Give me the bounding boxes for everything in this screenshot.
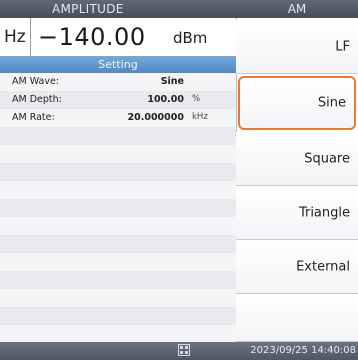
amplitude-unit: dBm (173, 29, 208, 47)
setting-unit: % (192, 94, 201, 104)
frequency-unit-label: Hz (0, 18, 31, 56)
setting-row-empty (0, 199, 236, 217)
setting-row-empty (0, 145, 236, 163)
softkey-external[interactable]: External (236, 240, 358, 294)
softkey-triangle[interactable]: Triangle (236, 186, 358, 240)
softkey-menu-title: AM (236, 0, 358, 18)
status-datetime: 2023/09/25 14:40:08 (250, 345, 356, 356)
softkey-label: LF (335, 39, 350, 54)
setting-value: 20.000000 (127, 112, 185, 123)
setting-row-empty (0, 289, 236, 307)
setting-row-empty (0, 271, 236, 289)
setting-row-empty (0, 127, 236, 145)
amplitude-display[interactable]: Hz −140.00 dBm (0, 18, 236, 57)
softkey-sine[interactable]: Sine (238, 76, 356, 130)
setting-row-empty (0, 217, 236, 235)
setting-row-empty (0, 307, 236, 325)
setting-row-am-wave: AM Wave: Sine (0, 73, 236, 91)
setting-row-empty (0, 325, 236, 343)
setting-label: AM Rate: (12, 112, 55, 123)
setting-row-empty (0, 235, 236, 253)
main-panel: AMPLITUDE Hz −140.00 dBm Setting AM Wave… (0, 0, 236, 360)
softkey-label: Square (304, 151, 350, 166)
setting-row-empty (0, 253, 236, 271)
network-icon (178, 344, 190, 356)
setting-row-am-depth: AM Depth: 100.00 % (0, 91, 236, 109)
setting-row-empty (0, 163, 236, 181)
setting-row-am-rate: AM Rate: 20.000000 kHz (0, 109, 236, 127)
softkey-label: External (296, 259, 350, 274)
setting-row-empty (0, 181, 236, 199)
setting-value: 100.00 (147, 94, 184, 105)
setting-label: AM Depth: (12, 94, 62, 105)
softkey-lf[interactable]: LF (236, 20, 358, 74)
amplitude-header: AMPLITUDE (0, 0, 236, 18)
amplitude-value: −140.00 (38, 23, 146, 51)
softkey-square[interactable]: Square (236, 132, 358, 186)
setting-unit: kHz (192, 112, 208, 122)
softkey-blank[interactable] (236, 294, 358, 342)
setting-label: AM Wave: (12, 76, 59, 87)
softkey-label: Sine (317, 95, 346, 111)
setting-value: Sine (160, 76, 184, 87)
softkey-label: Triangle (298, 205, 350, 220)
setting-table: AM Wave: Sine AM Depth: 100.00 % AM Rate… (0, 73, 236, 343)
setting-header: Setting (0, 57, 236, 73)
